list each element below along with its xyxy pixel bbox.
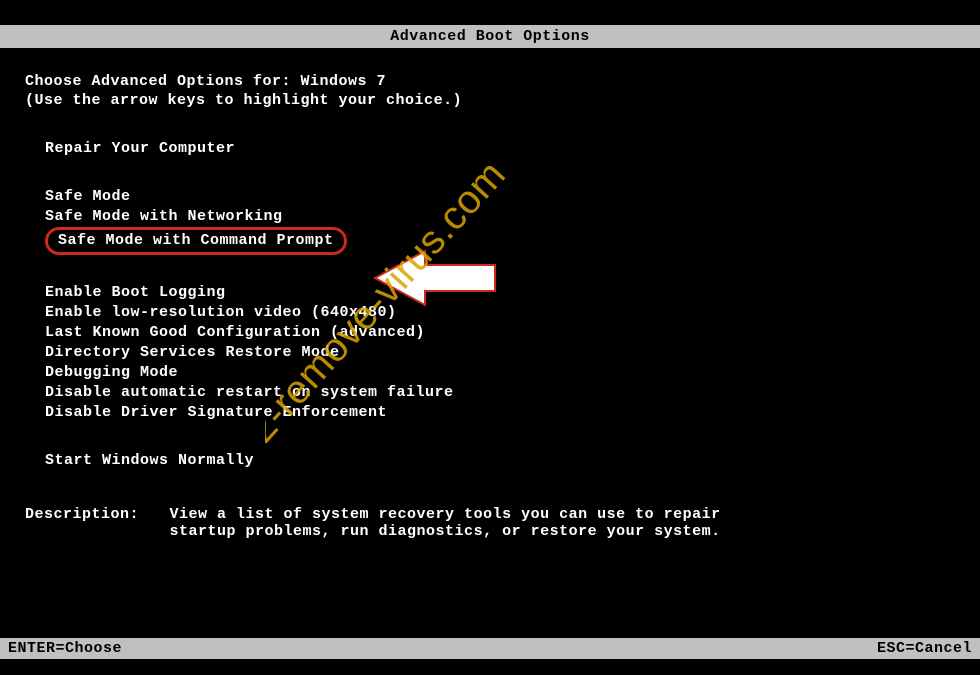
menu-item-dsrm[interactable]: Directory Services Restore Mode bbox=[45, 343, 955, 363]
group-advanced: Enable Boot Logging Enable low-resolutio… bbox=[45, 283, 955, 423]
menu-item-safe-mode-cmd[interactable]: Safe Mode with Command Prompt bbox=[45, 227, 955, 255]
group-safe-mode: Safe Mode Safe Mode with Networking Safe… bbox=[45, 187, 955, 255]
menu-item-debugging[interactable]: Debugging Mode bbox=[45, 363, 955, 383]
menu-item-lowres[interactable]: Enable low-resolution video (640x480) bbox=[45, 303, 955, 323]
prompt-text: Choose Advanced Options for: bbox=[25, 73, 301, 90]
hint-text: (Use the arrow keys to highlight your ch… bbox=[25, 92, 955, 109]
menu-item-start-normally[interactable]: Start Windows Normally bbox=[45, 451, 955, 471]
prompt-row: Choose Advanced Options for: Windows 7 bbox=[25, 73, 955, 90]
menu-item-disable-restart[interactable]: Disable automatic restart on system fail… bbox=[45, 383, 955, 403]
group-normal: Start Windows Normally bbox=[45, 451, 955, 471]
description-label: Description: bbox=[25, 506, 160, 523]
os-name: Windows 7 bbox=[301, 73, 387, 90]
menu-item-repair[interactable]: Repair Your Computer bbox=[45, 139, 955, 159]
menu-item-disable-dse[interactable]: Disable Driver Signature Enforcement bbox=[45, 403, 955, 423]
title-bar: Advanced Boot Options bbox=[0, 25, 980, 48]
footer-esc: ESC=Cancel bbox=[877, 640, 972, 657]
group-repair: Repair Your Computer bbox=[45, 139, 955, 159]
menu-item-lkgc[interactable]: Last Known Good Configuration (advanced) bbox=[45, 323, 955, 343]
highlight-ring: Safe Mode with Command Prompt bbox=[45, 227, 347, 255]
description-text: View a list of system recovery tools you… bbox=[170, 506, 730, 540]
page-title: Advanced Boot Options bbox=[390, 28, 590, 45]
footer-bar: ENTER=Choose ESC=Cancel bbox=[0, 638, 980, 659]
menu-item-safe-mode-networking[interactable]: Safe Mode with Networking bbox=[45, 207, 955, 227]
content-area: Choose Advanced Options for: Windows 7 (… bbox=[0, 48, 980, 540]
menu-item-boot-logging[interactable]: Enable Boot Logging bbox=[45, 283, 955, 303]
menu-item-safe-mode[interactable]: Safe Mode bbox=[45, 187, 955, 207]
menu-item-label: Safe Mode with Command Prompt bbox=[58, 232, 334, 249]
description-block: Description: View a list of system recov… bbox=[25, 506, 955, 540]
footer-enter: ENTER=Choose bbox=[8, 640, 122, 657]
